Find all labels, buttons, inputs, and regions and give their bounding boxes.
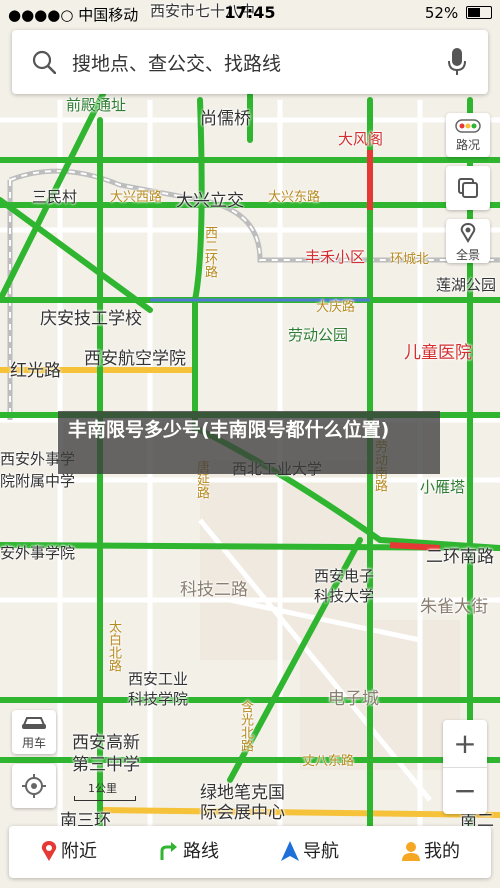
map-label-road: 太白北路	[106, 620, 121, 672]
map-label-poi: 大风阁	[338, 130, 384, 148]
tab-route-label: 路线	[183, 841, 219, 862]
user-icon	[402, 842, 420, 861]
map-label-place: 西安航空学院	[84, 349, 186, 369]
car-button[interactable]: 用车	[12, 710, 56, 754]
locate-icon	[22, 774, 46, 798]
zoom-out-button[interactable]: −	[443, 768, 487, 814]
tab-navigation[interactable]: 导航	[250, 826, 370, 878]
tab-nearby[interactable]: 附近	[9, 826, 129, 878]
map-label-place: 科技大学	[314, 587, 375, 605]
map-label-place: 西安电子	[314, 567, 375, 585]
search-input[interactable]: 搜地点、查公交、找路线	[72, 49, 281, 76]
panorama-button[interactable]: 全景	[446, 219, 490, 263]
tab-navigation-label: 导航	[303, 841, 339, 862]
search-icon	[32, 50, 56, 74]
scale-label: 1公里	[88, 782, 117, 795]
map-label-place: 尚儒桥	[200, 109, 251, 129]
caption-overlay: 丰南限号多少号(丰南限号都什么位置)	[58, 411, 440, 474]
traffic-button[interactable]: 路况	[446, 113, 490, 157]
layers-icon	[458, 178, 478, 198]
map-label-place: 西安工业	[128, 670, 189, 688]
navigation-icon	[281, 841, 299, 861]
map-label-place: 庆安技工学校	[40, 309, 142, 329]
traffic-icon	[455, 119, 481, 133]
map-label-area: 电子城	[328, 689, 379, 709]
map-label-area: 朱雀大街	[420, 597, 488, 617]
map-label-poi: 儿童医院	[404, 343, 472, 363]
panorama-label: 全景	[455, 248, 480, 262]
zoom-control: + −	[443, 720, 487, 814]
map-label-place: 大兴立交	[176, 191, 244, 211]
map-label-road: 含光北路	[238, 700, 253, 752]
map-label-place: 科技学院	[128, 690, 189, 708]
tab-route[interactable]: 路线	[129, 826, 249, 878]
panorama-icon	[460, 222, 476, 243]
map-label-poi: 前殿通址	[66, 96, 127, 114]
car-icon	[22, 717, 46, 729]
battery-icon	[466, 6, 492, 19]
map-label-place: 安外事学院	[0, 544, 76, 562]
map-label-road: 红光路	[10, 361, 61, 381]
battery-status: 52%	[425, 4, 492, 22]
pin-icon	[41, 841, 57, 861]
caption-text: 丰南限号多少号(丰南限号都什么位置)	[68, 419, 390, 441]
route-icon	[160, 842, 177, 860]
map-label-road: 二环南路	[426, 547, 494, 567]
map-label-poi: 小雁塔	[420, 478, 466, 496]
map-label-area: 科技二路	[180, 580, 248, 600]
map-label-place: 第三中学	[72, 755, 140, 775]
map-label-road: 大兴东路	[268, 190, 321, 205]
traffic-label: 路况	[455, 138, 480, 152]
map-label-place: 三民村	[32, 188, 78, 206]
map-label-place: 际会展中心	[200, 803, 285, 823]
search-bar[interactable]: 搜地点、查公交、找路线	[12, 30, 488, 94]
tab-mine-label: 我的	[424, 841, 460, 862]
map-label-road: 丈八东路	[302, 754, 355, 769]
tab-mine[interactable]: 我的	[371, 826, 491, 878]
map-label-road: 大兴西路	[110, 190, 163, 205]
map-label-poi: 劳动公园	[288, 326, 349, 344]
map-label-poi: 丰禾小区	[305, 248, 366, 266]
zoom-in-button[interactable]: +	[443, 720, 487, 768]
map-label-place: 莲湖公园	[436, 276, 497, 294]
map-label-road: 环城北	[390, 252, 430, 267]
tab-nearby-label: 附近	[61, 841, 97, 862]
locate-button[interactable]	[12, 764, 56, 808]
car-label: 用车	[21, 736, 46, 750]
layers-button[interactable]	[446, 166, 490, 210]
map-label-road: 大庆路	[316, 300, 356, 315]
status-bar: ●●●●○ 中国移动 17:45 52%	[0, 0, 500, 26]
microphone-icon[interactable]	[448, 48, 466, 76]
scale-bar: 1公里	[58, 780, 136, 801]
bottom-nav: 附近 路线 导航 我的	[9, 826, 491, 878]
battery-percent: 52%	[424, 4, 459, 22]
map-label-road: 西二环路	[202, 226, 217, 278]
